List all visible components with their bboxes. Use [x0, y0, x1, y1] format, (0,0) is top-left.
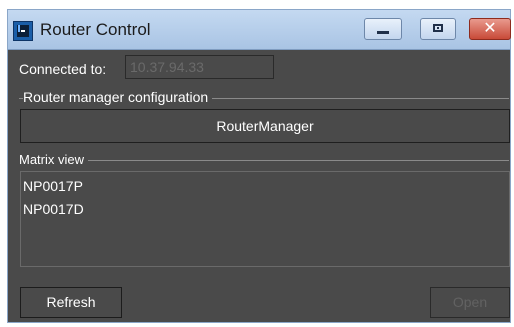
matrix-view-list[interactable]: NP0017P NP0017D	[20, 171, 510, 267]
list-item[interactable]: NP0017P	[23, 178, 83, 194]
title-bar[interactable]: Router Control ✕	[8, 10, 511, 50]
close-icon: ✕	[483, 20, 497, 37]
client-area: Connected to: 10.37.94.33 Router manager…	[8, 50, 510, 322]
connected-to-field: 10.37.94.33	[125, 55, 274, 79]
router-control-window: Router Control ✕ Connected to: 10.37.94.…	[7, 9, 511, 323]
maximize-button[interactable]	[420, 18, 456, 40]
matrix-view-group-title: Matrix view	[19, 152, 89, 167]
close-button[interactable]: ✕	[469, 18, 511, 40]
router-manager-group-title: Router manager configuration	[23, 89, 213, 105]
window-title: Router Control	[40, 20, 151, 39]
maximize-icon	[433, 24, 443, 32]
connected-to-label: Connected to:	[19, 61, 107, 77]
refresh-button[interactable]: Refresh	[20, 287, 122, 318]
matrix-view-group-divider	[19, 160, 509, 161]
app-icon	[13, 21, 33, 41]
open-button[interactable]: Open	[430, 287, 510, 318]
list-item[interactable]: NP0017D	[23, 201, 84, 217]
minimize-icon	[377, 31, 389, 34]
minimize-button[interactable]	[364, 18, 402, 40]
router-manager-button[interactable]: RouterManager	[20, 109, 510, 143]
